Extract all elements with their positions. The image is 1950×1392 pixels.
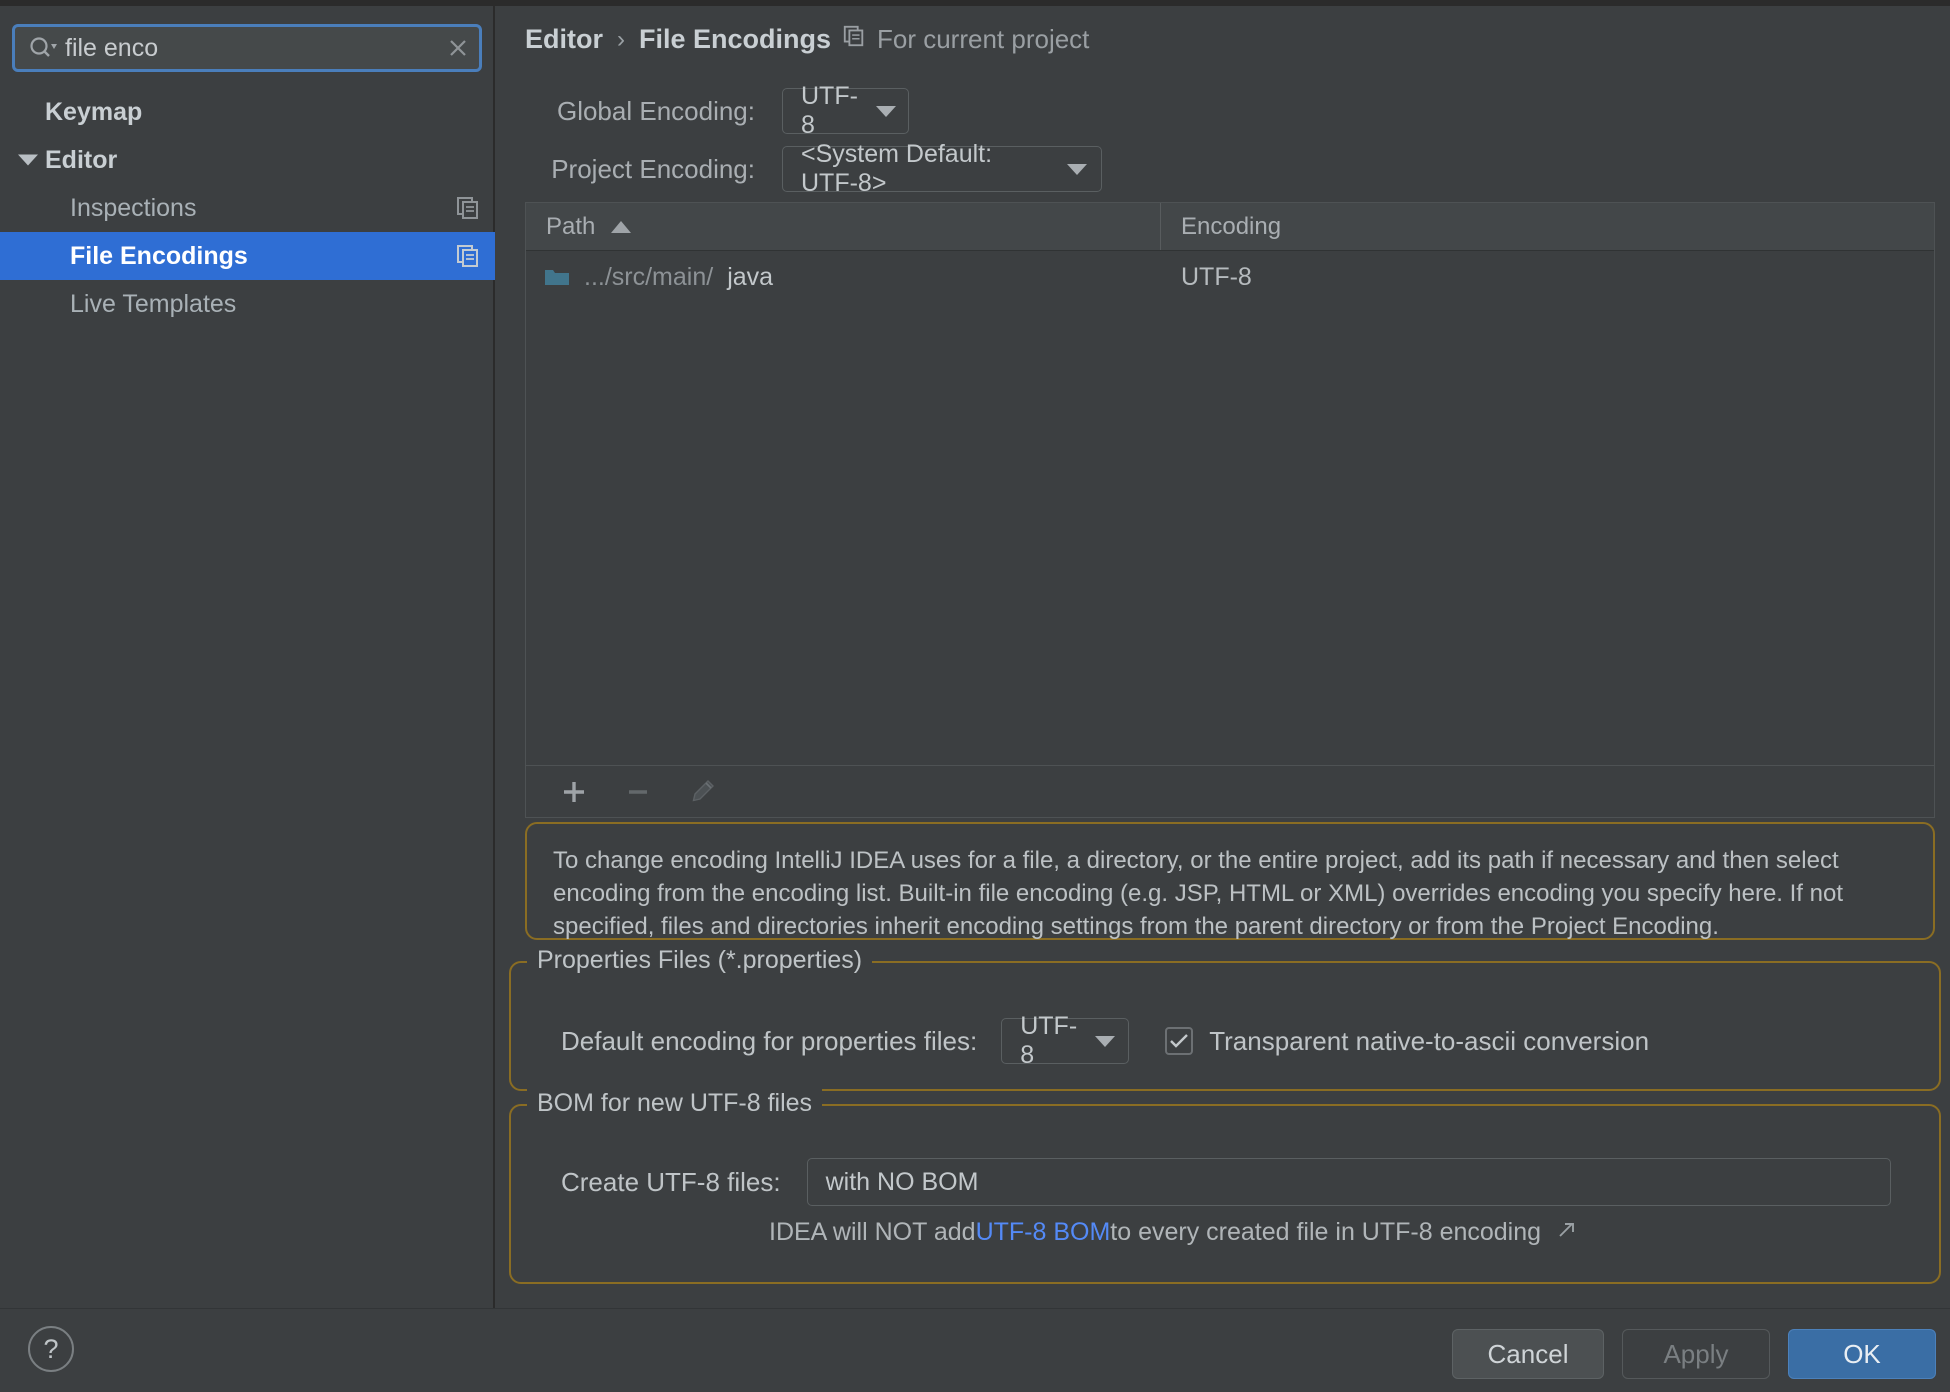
settings-main-panel: Editor › File Encodings For current proj… [497,6,1950,1308]
cancel-button[interactable]: Cancel [1452,1329,1604,1379]
chevron-down-icon [875,105,896,117]
info-text: To change encoding IntelliJ IDEA uses fo… [553,847,1843,941]
close-icon[interactable] [437,27,479,69]
cell-encoding[interactable]: UTF-8 [1161,263,1934,292]
help-button[interactable]: ? [28,1326,74,1372]
sidebar-item-live-templates[interactable]: Live Templates [0,280,495,328]
properties-files-group: Properties Files (*.properties) Default … [509,946,1941,1091]
create-utf8-files-value: with NO BOM [825,1167,979,1196]
sort-ascending-icon [611,220,632,233]
project-scope-icon [842,24,866,55]
create-utf8-files-combo[interactable]: with NO BOM [806,1158,1891,1206]
properties-files-group-title: Properties Files (*.properties) [527,946,873,975]
default-properties-encoding-label: Default encoding for properties files: [561,1025,978,1056]
column-header-encoding[interactable]: Encoding [1161,203,1934,250]
breadcrumb-root[interactable]: Editor [525,24,603,55]
table-row[interactable]: .../src/main/java UTF-8 [526,251,1934,303]
project-encoding-value: <System Default: UTF-8> [801,140,993,197]
info-panel: To change encoding IntelliJ IDEA uses fo… [525,822,1935,940]
utf8-bom-link[interactable]: UTF-8 BOM [976,1218,1111,1247]
breadcrumb: Editor › File Encodings [525,24,831,55]
global-encoding-row: Global Encoding: UTF-8 [525,82,1425,139]
sidebar-item-keymap[interactable]: Keymap [0,88,495,136]
table-body: .../src/main/java UTF-8 [526,251,1934,303]
project-encoding-combo[interactable]: <System Default: UTF-8> [782,140,1102,197]
bom-note-after: to every created file in UTF-8 encoding [1110,1218,1542,1246]
table-toolbar [525,766,1935,818]
breadcrumb-separator: › [617,25,625,53]
bom-group-title: BOM for new UTF-8 files [527,1089,823,1118]
settings-sidebar: Keymap Editor Inspections File [0,6,495,1308]
chevron-down-icon[interactable] [18,154,38,166]
bom-group: BOM for new UTF-8 files Create UTF-8 fil… [509,1089,1941,1284]
encodings-table: Path Encoding .../src/main/java UTF-8 [525,202,1935,766]
page-title: File Encodings [639,24,832,54]
apply-button[interactable]: Apply [1622,1329,1770,1379]
edit-path-button[interactable] [676,770,728,814]
create-utf8-files-label: Create UTF-8 files: [561,1166,781,1197]
ok-button[interactable]: OK [1788,1329,1936,1379]
global-encoding-combo[interactable]: UTF-8 [782,82,909,139]
default-properties-encoding-combo[interactable]: UTF-8 [1001,1012,1130,1069]
transparent-native-to-ascii-checkbox[interactable]: Transparent native-to-ascii conversion [1165,1026,1649,1057]
sidebar-item-label: Live Templates [70,289,237,318]
scope-label: For current project [877,24,1090,54]
search-field-wrapper[interactable] [12,24,482,72]
sidebar-item-inspections[interactable]: Inspections [0,184,495,232]
path-name: java [727,262,774,291]
sidebar-item-label: Editor [45,145,118,174]
project-encoding-label: Project Encoding: [551,153,755,184]
search-icon [27,35,57,61]
global-encoding-label: Global Encoding: [556,95,755,126]
checkbox-label: Transparent native-to-ascii conversion [1209,1025,1650,1056]
remove-path-button[interactable] [612,770,664,814]
cell-path: .../src/main/java [526,263,1161,292]
table-header: Path Encoding [526,203,1934,251]
bom-note: IDEA will NOT add UTF-8 BOM to every cre… [769,1218,1577,1247]
default-properties-encoding-value: UTF-8 [1020,1012,1078,1069]
global-encoding-value: UTF-8 [801,82,858,139]
sidebar-item-editor[interactable]: Editor [0,136,495,184]
external-link-icon[interactable] [1557,1218,1577,1247]
column-header-label: Encoding [1181,212,1282,240]
bom-note-before: IDEA will NOT add [769,1218,976,1246]
create-utf8-files-row: Create UTF-8 files: with NO BOM [561,1158,1891,1206]
chevron-down-icon [1095,1035,1116,1047]
project-encoding-row: Project Encoding: <System Default: UTF-8… [525,140,1425,197]
sidebar-item-file-encodings[interactable]: File Encodings [0,232,495,280]
scope-indicator: For current project [842,24,1089,55]
copy-settings-icon [455,195,481,221]
folder-icon [544,267,570,288]
search-input[interactable] [57,33,437,63]
sidebar-item-label: File Encodings [70,241,248,270]
add-path-button[interactable] [548,770,600,814]
settings-tree: Keymap Editor Inspections File Encodings… [0,88,495,328]
column-header-label: Path [546,212,596,240]
properties-encoding-row: Default encoding for properties files: U… [561,1012,1649,1069]
sidebar-item-label: Keymap [45,97,143,126]
copy-settings-icon [455,243,481,269]
chevron-down-icon [1067,163,1087,175]
checkbox-box[interactable] [1165,1027,1194,1055]
dialog-footer: ? Cancel Apply OK https://blog.csdn.net/… [0,1308,1950,1392]
path-prefix: .../src/main/ [584,262,714,291]
column-header-path[interactable]: Path [526,203,1161,250]
sidebar-item-label: Inspections [70,193,197,222]
settings-dialog: Keymap Editor Inspections File [0,0,1950,1392]
